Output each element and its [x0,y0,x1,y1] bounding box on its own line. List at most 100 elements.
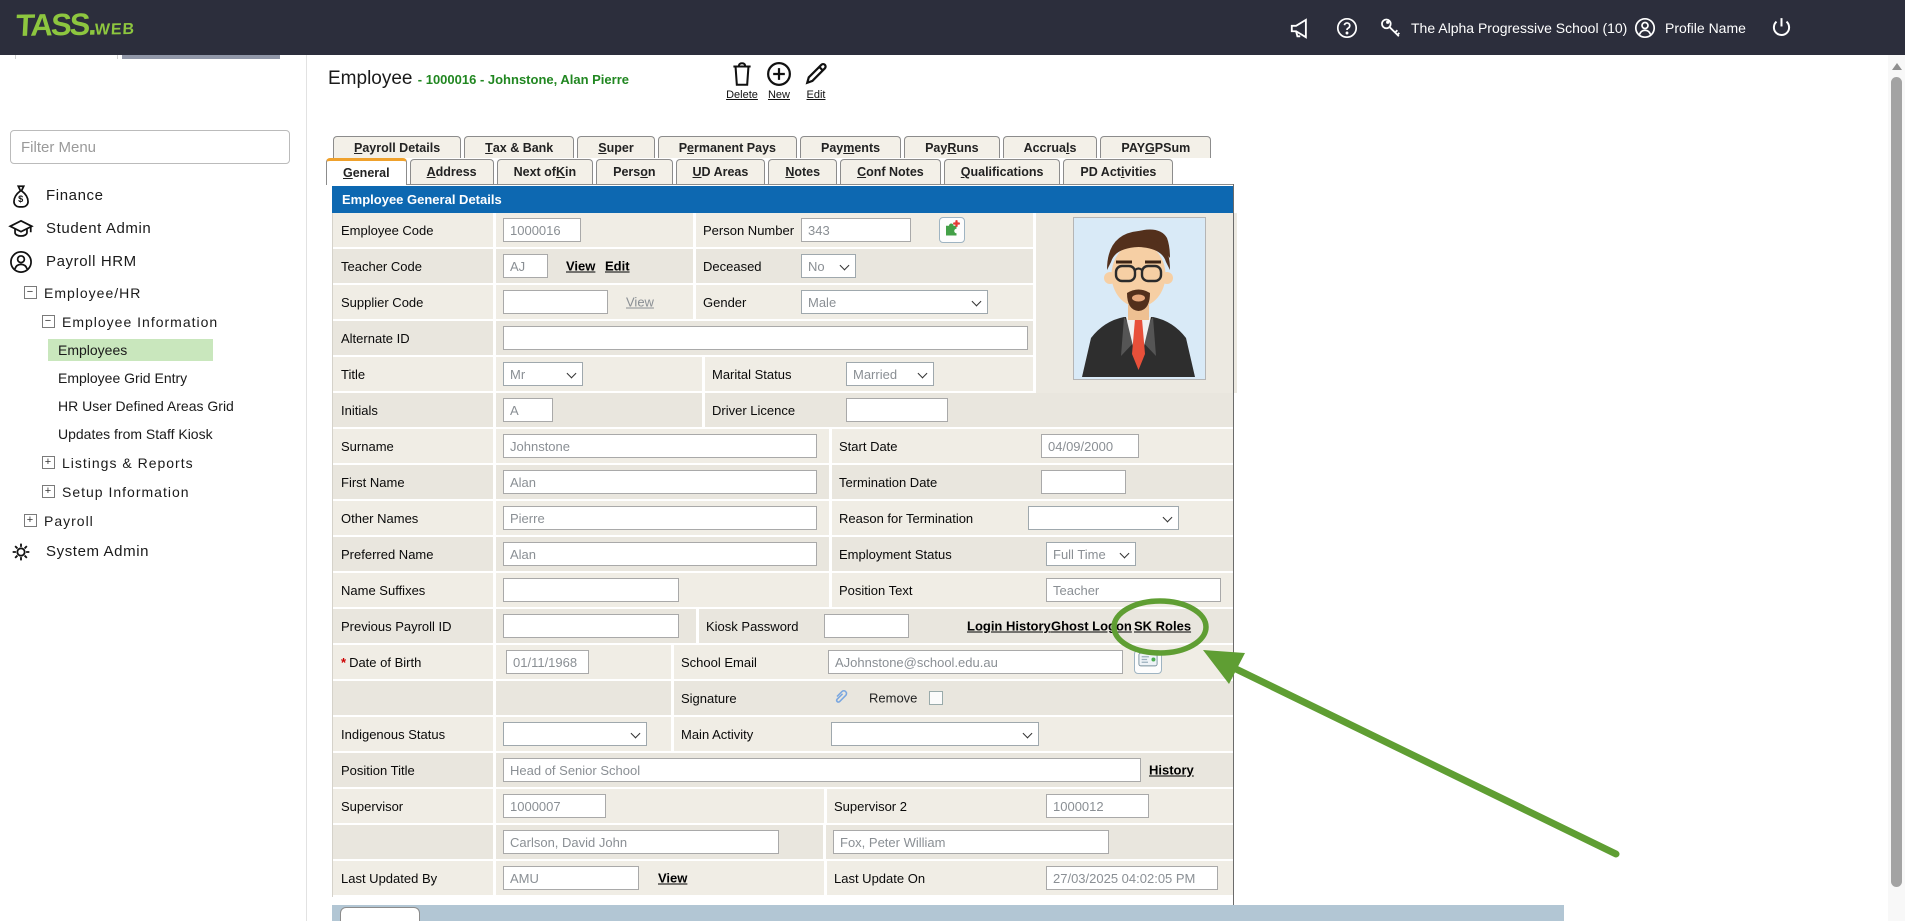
preferred-name-input[interactable] [503,542,817,566]
tass-logo[interactable]: TASS.WEB [15,6,136,44]
supervisor2-input[interactable] [1046,794,1149,818]
sidebar-item-finance[interactable]: $Finance [0,179,306,212]
surname-input[interactable] [503,434,817,458]
initials-input[interactable] [503,398,553,422]
date-of-birth-input[interactable] [506,650,589,674]
vertical-scrollbar[interactable] [1888,55,1905,921]
tab-super[interactable]: Super [577,136,654,158]
tab-payg-psum[interactable]: PAYG PSum [1100,136,1211,158]
supervisor-input[interactable] [503,794,606,818]
position-text-input[interactable] [1046,578,1221,602]
tab-payments[interactable]: Payments [800,136,901,158]
tab-next-of-kin[interactable]: Next of Kin [497,159,594,184]
school-selector[interactable]: The Alpha Progressive School (10) [1378,0,1627,55]
last-update-on-input[interactable] [1046,866,1218,890]
tab-ud-areas[interactable]: UD Areas [676,159,766,184]
gender-select[interactable]: Male [801,290,988,314]
tab-notes[interactable]: Notes [768,159,837,184]
announcements-button[interactable] [1288,0,1314,55]
profile-menu[interactable]: Profile Name [1633,0,1746,55]
supervisor-name-input[interactable] [503,830,779,854]
help-button[interactable] [1335,0,1359,55]
sidebar-item-employee-grid-entry[interactable]: Employee Grid Entry [0,364,306,392]
alternate-id-input[interactable] [503,326,1028,350]
supplier-code-input[interactable] [503,290,608,314]
employment-status-select[interactable]: Full Time [1046,542,1136,566]
section-header: Employee General Details [332,186,1233,213]
sidebar-item-system-admin[interactable]: System Admin [0,535,306,568]
teacher-code-input[interactable] [503,254,548,278]
supervisor2-name-input[interactable] [833,830,1109,854]
sidebar-item-updates-from-staff-kiosk[interactable]: Updates from Staff Kiosk [0,420,306,448]
start-date-input[interactable] [1041,434,1139,458]
tab-tax-bank[interactable]: Tax & Bank [464,136,574,158]
collapse-icon[interactable]: − [24,286,37,299]
tab-person[interactable]: Person [596,159,672,184]
expand-icon[interactable]: + [42,485,55,498]
sk-roles-link[interactable]: SK Roles [1134,619,1191,634]
position-title-input[interactable] [503,758,1141,782]
chevron-down-icon [840,261,850,271]
scrollbar-thumb[interactable] [1891,77,1902,887]
expand-icon[interactable]: + [42,456,55,469]
logout-button[interactable] [1769,0,1794,55]
title-select[interactable]: Mr [503,362,583,386]
first-name-input[interactable] [503,470,817,494]
collapse-icon[interactable]: − [42,315,55,328]
person-link-button[interactable] [939,217,965,243]
remove-signature-checkbox[interactable] [929,691,943,705]
filter-menu-input[interactable] [10,130,290,164]
sidebar-item-employees[interactable]: Employees [0,336,306,364]
login-history-link[interactable]: Login History [967,619,1051,634]
indigenous-status-select[interactable] [503,722,647,746]
driver-licence-input[interactable] [846,398,948,422]
person-number-input[interactable] [801,218,911,242]
field-label: Title [341,357,365,391]
sidebar-item-employee-hr[interactable]: −Employee/HR [0,278,306,307]
termination-date-input[interactable] [1041,470,1126,494]
sidebar-item-payroll-hrm[interactable]: Payroll HRM [0,245,306,278]
student-admin-icon [8,216,34,242]
other-names-input[interactable] [503,506,817,530]
tab-address[interactable]: Address [410,159,494,184]
deceased-select[interactable]: No [801,254,856,278]
main-activity-select[interactable] [831,722,1039,746]
marital-status-select[interactable]: Married [846,362,934,386]
tab-conf-notes[interactable]: Conf Notes [840,159,941,184]
email-button[interactable] [1134,650,1162,674]
last-updated-by-input[interactable] [503,866,639,890]
tab-general[interactable]: General [326,158,407,185]
ghost-logon-link[interactable]: Ghost Logon [1051,619,1132,634]
tab-accruals[interactable]: Accruals [1003,136,1098,158]
tab-qualifications[interactable]: Qualifications [944,159,1061,184]
tab-permanent-pays[interactable]: Permanent Pays [658,136,797,158]
sidebar-item-student-admin[interactable]: Student Admin [0,212,306,245]
svg-text:$: $ [18,193,24,203]
tab-pay-runs[interactable]: Pay Runs [904,136,1000,158]
sidebar-item-payroll[interactable]: +Payroll [0,506,306,535]
name-suffixes-input[interactable] [503,578,679,602]
form-row: Other Names Reason for Termination [333,501,1234,537]
expand-icon[interactable]: + [24,514,37,527]
previous-payroll-id-input[interactable] [503,614,679,638]
teacher-edit-link[interactable]: Edit [605,259,630,274]
sidebar-item-listings-reports[interactable]: +Listings & Reports [0,448,306,477]
sidebar-item-employee-information[interactable]: −Employee Information [0,307,306,336]
sidebar-item-hr-user-defined-areas-grid[interactable]: HR User Defined Areas Grid [0,392,306,420]
sidebar-item-setup-information[interactable]: +Setup Information [0,477,306,506]
school-email-input[interactable] [828,650,1123,674]
tab-payroll-details[interactable]: Payroll Details [333,136,461,158]
field-label: Last Updated By [341,861,437,895]
position-history-link[interactable]: History [1149,763,1194,778]
edit-button[interactable]: Edit [794,60,838,101]
teacher-view-link[interactable]: View [566,259,595,274]
tab-pd-activities[interactable]: PD Activities [1063,159,1173,184]
supplier-view-link[interactable]: View [626,295,654,310]
paperclip-icon[interactable] [831,688,849,713]
kiosk-password-input[interactable] [824,614,909,638]
scroll-up-arrow[interactable] [1892,63,1902,70]
next-section-tab[interactable] [340,907,420,921]
last-updated-view-link[interactable]: View [658,871,687,886]
employee-code-input[interactable] [503,218,581,242]
reason-for-termination-select[interactable] [1028,506,1179,530]
